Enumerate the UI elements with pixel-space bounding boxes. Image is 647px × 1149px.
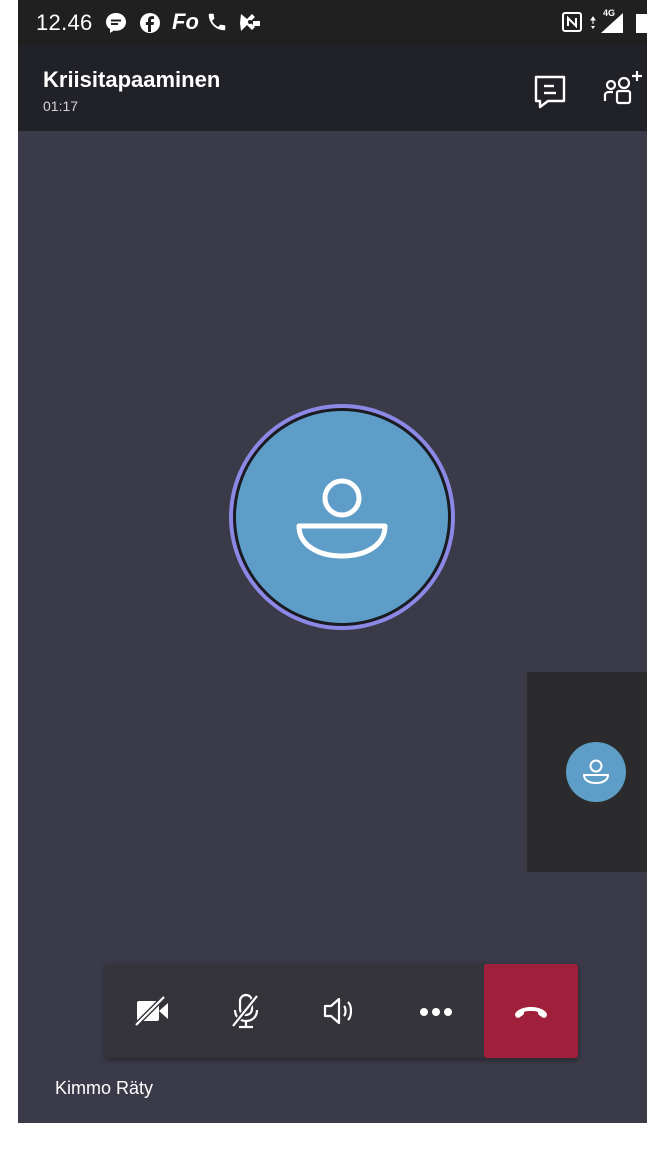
- participant-avatar: [233, 408, 451, 626]
- video-off-icon: [133, 994, 168, 1028]
- speaker-icon: [323, 997, 353, 1025]
- mic-off-icon: [230, 993, 260, 1029]
- hang-up-icon: [515, 1007, 547, 1018]
- battery-icon: [635, 11, 647, 40]
- app-notification-icon: [238, 11, 264, 40]
- hang-up-button[interactable]: [484, 964, 578, 1058]
- signal-icon: [589, 11, 625, 40]
- chat-button[interactable]: [528, 69, 572, 113]
- call-header: Kriisitapaaminen 01:17: [18, 45, 647, 131]
- messenger-icon: [104, 11, 128, 40]
- status-time: 12.46: [36, 10, 93, 35]
- chat-icon: [534, 75, 566, 109]
- status-bar: 12.46 Fo 4G: [18, 0, 647, 45]
- add-participant-icon: [603, 71, 642, 105]
- nfc-icon: [561, 11, 583, 38]
- person-icon: [582, 759, 610, 785]
- participant-name: Kimmo Räty: [55, 1078, 154, 1098]
- more-options-button[interactable]: [389, 964, 483, 1058]
- meeting-title: Kriisitapaaminen: [43, 67, 221, 92]
- call-screen: 12.46 Fo 4G Kriisitapaaminen 01:17 Kimmo…: [18, 0, 647, 1123]
- self-avatar: [566, 742, 626, 802]
- more-icon: [420, 1008, 452, 1016]
- phone-call-icon: [206, 11, 228, 38]
- mute-button[interactable]: [199, 964, 293, 1058]
- fo-app-label: Fo: [172, 9, 199, 34]
- call-controls: [105, 964, 578, 1058]
- self-view-tile[interactable]: [527, 672, 647, 872]
- facebook-icon: [138, 11, 162, 40]
- add-participant-button[interactable]: [601, 69, 645, 113]
- speaker-button[interactable]: [293, 964, 387, 1058]
- person-icon: [296, 478, 388, 559]
- call-duration: 01:17: [43, 98, 79, 114]
- video-toggle-button[interactable]: [105, 964, 199, 1058]
